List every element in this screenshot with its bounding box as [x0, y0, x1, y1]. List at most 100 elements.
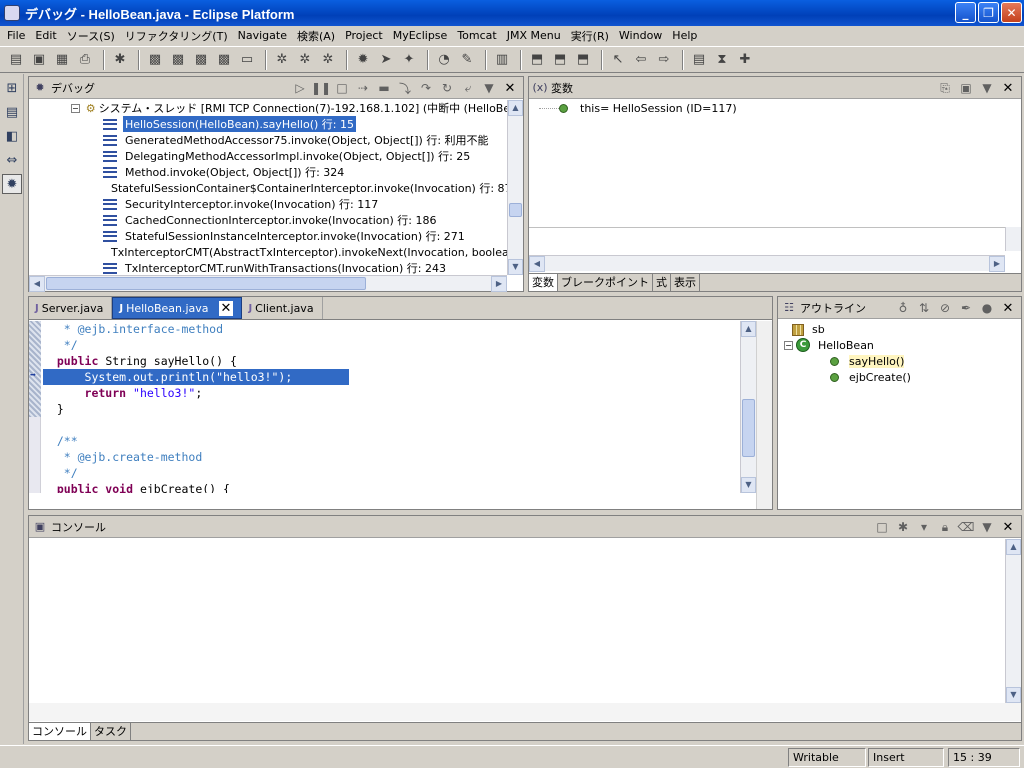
tab-breakpoints[interactable]: ブレークポイント: [558, 274, 653, 291]
view-menu-icon[interactable]: ▼: [480, 79, 498, 97]
save-icon[interactable]: ▣: [29, 50, 49, 70]
console-vertical-scrollbar[interactable]: ▲ ▼: [1005, 539, 1021, 703]
cvs-perspective-icon[interactable]: ⇔: [2, 150, 22, 170]
sort-icon[interactable]: ⇅: [915, 299, 933, 317]
tab-tasks[interactable]: タスク: [91, 723, 131, 740]
hide-fields-icon[interactable]: ⊘: [936, 299, 954, 317]
server-start-icon[interactable]: ▩: [145, 50, 165, 70]
minimize-button[interactable]: _: [955, 2, 976, 23]
scroll-lock-icon[interactable]: ⌫: [957, 518, 975, 536]
scroll-thumb[interactable]: [46, 277, 366, 290]
thread-row[interactable]: − ⚙ システム・スレッド [RMI TCP Connection(7)-192…: [29, 100, 507, 116]
resume-icon[interactable]: ▷: [291, 79, 309, 97]
menu-myeclipse[interactable]: MyEclipse: [388, 29, 453, 42]
stack-frame-row[interactable]: StatefulSessionContainer$ContainerInterc…: [29, 180, 507, 196]
tab-display[interactable]: 表示: [671, 274, 700, 291]
server-restart-icon[interactable]: ▩: [214, 50, 234, 70]
prev-annotation-icon[interactable]: ⬒: [550, 50, 570, 70]
maximize-button[interactable]: ❐: [978, 2, 999, 23]
detail-scrollbar[interactable]: [1005, 227, 1021, 251]
stack-frame-row[interactable]: Method.invoke(Object, Object[]) 行: 324: [29, 164, 507, 180]
drop-to-frame-icon[interactable]: ⤶: [459, 79, 477, 97]
editor-vertical-scrollbar[interactable]: ▲ ▼: [740, 321, 756, 493]
open-type-icon[interactable]: ◔: [434, 50, 454, 70]
code-area[interactable]: ➡ * @ejb.interface-method */ public Stri…: [29, 321, 756, 493]
hide-nonpublic-icon[interactable]: ●: [978, 299, 996, 317]
next-annotation-icon[interactable]: ⬒: [527, 50, 547, 70]
stack-frame-row[interactable]: HelloSession(HelloBean).sayHello() 行: 15: [29, 116, 507, 132]
open-archive-icon[interactable]: ▥: [492, 50, 512, 70]
layout-icon[interactable]: ▣: [957, 79, 975, 97]
external-tools-icon[interactable]: ✦: [399, 50, 419, 70]
close-view-icon[interactable]: ✕: [999, 518, 1017, 536]
tab-client-java[interactable]: J Client.java: [242, 297, 323, 319]
menu-search[interactable]: 検索(A): [292, 28, 340, 44]
stack-frame-row[interactable]: StatefulSessionInstanceInterceptor.invok…: [29, 228, 507, 244]
console-output[interactable]: [29, 539, 1005, 703]
open-perspective-icon[interactable]: ⊞: [2, 78, 22, 98]
step-icon[interactable]: ✚: [735, 50, 755, 70]
link-editor-icon[interactable]: ♁: [894, 299, 912, 317]
outline-method-row[interactable]: ejbCreate(): [830, 371, 911, 384]
view-menu-icon[interactable]: ▼: [978, 79, 996, 97]
tab-variables[interactable]: 変数: [529, 274, 558, 291]
print-icon[interactable]: ⎙: [75, 50, 95, 70]
run-icon[interactable]: ➤: [376, 50, 396, 70]
last-edit-icon[interactable]: ⬒: [573, 50, 593, 70]
tab-server-java[interactable]: J Server.java: [29, 297, 113, 319]
menu-run[interactable]: 実行(R): [566, 28, 614, 44]
menu-help[interactable]: Help: [667, 29, 702, 42]
menu-navigate[interactable]: Navigate: [233, 29, 292, 42]
step-into-icon[interactable]: ⤵: [396, 79, 414, 97]
hourglass-icon[interactable]: ⧗: [712, 50, 732, 70]
server-debug-icon[interactable]: ▩: [168, 50, 188, 70]
close-button[interactable]: ✕: [1001, 2, 1022, 23]
step-return-icon[interactable]: ↻: [438, 79, 456, 97]
scroll-right-icon[interactable]: ▶: [989, 256, 1005, 272]
new-icon[interactable]: ▤: [6, 50, 26, 70]
debug-horizontal-scrollbar[interactable]: ◀ ▶: [29, 275, 507, 292]
tab-expressions[interactable]: 式: [653, 274, 671, 291]
menu-edit[interactable]: Edit: [30, 29, 61, 42]
close-tab-icon[interactable]: ✕: [218, 300, 234, 316]
menu-tomcat[interactable]: Tomcat: [452, 29, 501, 42]
hide-static-icon[interactable]: ✒: [957, 299, 975, 317]
collapse-icon[interactable]: −: [71, 103, 80, 113]
server-console-icon[interactable]: ▭: [237, 50, 257, 70]
outline-method-row[interactable]: sayHello(): [830, 355, 905, 368]
scroll-left-icon[interactable]: ◀: [29, 276, 45, 292]
back-icon[interactable]: ⇦: [631, 50, 651, 70]
menu-file[interactable]: File: [2, 29, 30, 42]
variables-horizontal-scrollbar[interactable]: ◀ ▶: [529, 255, 1005, 272]
show-type-names-icon[interactable]: ⎘: [936, 79, 954, 97]
tab-hellobean-java[interactable]: J HelloBean.java ✕: [112, 297, 243, 319]
tab-console[interactable]: コンソール: [29, 723, 91, 740]
view-menu-icon[interactable]: ▼: [978, 518, 996, 536]
deploy-icon[interactable]: ✲: [272, 50, 292, 70]
collapse-icon[interactable]: −: [784, 340, 793, 350]
stack-frame-row[interactable]: TxInterceptorCMT.runWithTransactions(Inv…: [29, 260, 507, 275]
menu-source[interactable]: ソース(S): [62, 28, 120, 44]
scroll-right-icon[interactable]: ▶: [491, 276, 507, 292]
undeploy-icon[interactable]: ✲: [295, 50, 315, 70]
scroll-up-icon[interactable]: ▲: [508, 100, 523, 116]
variable-row[interactable]: this= HelloSession (ID=117): [539, 102, 737, 115]
calculator-icon[interactable]: ▤: [689, 50, 709, 70]
remove-terminated-icon[interactable]: ▬: [375, 79, 393, 97]
dropdown-icon[interactable]: ▾: [915, 518, 933, 536]
close-view-icon[interactable]: ✕: [999, 79, 1017, 97]
scroll-left-icon[interactable]: ◀: [529, 256, 545, 272]
server-stop-icon[interactable]: ▩: [191, 50, 211, 70]
stack-frame-row[interactable]: SecurityInterceptor.invoke(Invocation) 行…: [29, 196, 507, 212]
scroll-down-icon[interactable]: ▼: [741, 477, 756, 493]
suspend-icon[interactable]: ❚❚: [311, 79, 331, 97]
close-view-icon[interactable]: ✕: [999, 299, 1017, 317]
menu-jmx[interactable]: JMX Menu: [502, 29, 566, 42]
step-over-icon[interactable]: ↷: [417, 79, 435, 97]
scroll-down-icon[interactable]: ▼: [508, 259, 523, 275]
resource-perspective-icon[interactable]: ▤: [2, 102, 22, 122]
debug-icon[interactable]: ✹: [353, 50, 373, 70]
debug-vertical-scrollbar[interactable]: ▲ ▼: [507, 100, 523, 275]
search-icon[interactable]: ✎: [457, 50, 477, 70]
menu-project[interactable]: Project: [340, 29, 388, 42]
